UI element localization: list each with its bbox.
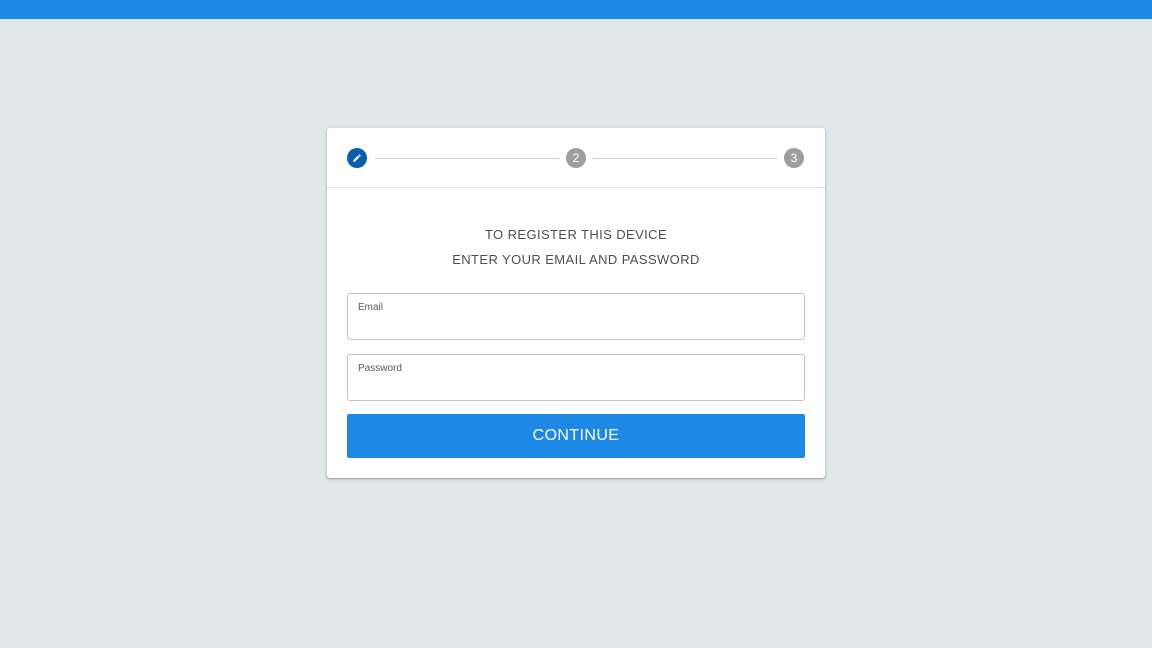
step-connector-1 [375, 158, 559, 159]
pencil-icon [353, 154, 361, 162]
email-input[interactable] [358, 314, 794, 334]
step-2-number: 2 [572, 151, 580, 165]
continue-button[interactable]: CONTINUE [347, 414, 805, 458]
password-label: Password [358, 363, 402, 374]
top-app-bar [0, 0, 1152, 19]
instruction-line-1: TO REGISTER THIS DEVICE [484, 227, 668, 242]
instruction-line-2: ENTER YOUR EMAIL AND PASSWORD [452, 252, 700, 267]
step-3-number: 3 [790, 151, 798, 165]
step-2-indicator[interactable]: 2 [566, 148, 586, 168]
password-input[interactable] [358, 375, 794, 395]
email-field[interactable]: Email [347, 293, 805, 340]
stepper: 2 3 [327, 128, 825, 188]
registration-card: 2 3 TO REGISTER THIS DEVICE ENTER YOUR E… [327, 128, 825, 478]
password-field[interactable]: Password [347, 354, 805, 401]
email-label: Email [358, 302, 384, 313]
step-1-indicator[interactable] [347, 148, 367, 168]
step-3-indicator[interactable]: 3 [784, 148, 804, 168]
instructions: TO REGISTER THIS DEVICE ENTER YOUR EMAIL… [327, 226, 825, 276]
step-connector-2 [593, 158, 777, 159]
